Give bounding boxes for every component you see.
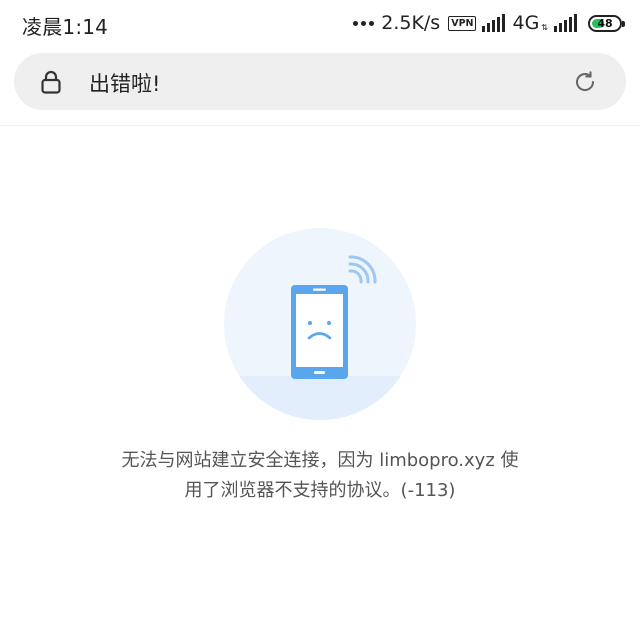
network-speed: 2.5K/s	[381, 12, 441, 34]
status-indicators: 2.5K/s VPN 4G ⇅ 48	[353, 10, 625, 36]
battery-icon: 48	[588, 14, 625, 32]
battery-level: 48	[597, 16, 613, 30]
battery-tip	[622, 20, 625, 27]
signal-strength-icon	[482, 14, 506, 32]
signal-strength-icon-sim2	[554, 14, 578, 32]
browser-screen: 凌晨1:14 2.5K/s VPN 4G ⇅ 48 出错啦! 无法与网站建立安全…	[0, 0, 640, 640]
reload-icon[interactable]	[572, 69, 598, 95]
vpn-icon: VPN	[448, 15, 477, 31]
more-notifications-icon	[353, 20, 375, 26]
sad-phone-icon	[224, 228, 416, 420]
address-bar[interactable]: 出错啦!	[14, 53, 626, 110]
address-bar-divider	[0, 125, 640, 126]
status-bar: 凌晨1:14 2.5K/s VPN 4G ⇅ 48	[0, 0, 640, 46]
data-activity-icon: ⇅	[541, 22, 548, 32]
status-time: 凌晨1:14	[22, 15, 109, 39]
network-type: 4G	[512, 12, 540, 34]
error-message: 无法与网站建立安全连接，因为 limbopro.xyz 使用了浏览器不支持的协议…	[121, 450, 519, 501]
lock-icon[interactable]	[40, 70, 62, 94]
page-title[interactable]: 出错啦!	[89, 68, 160, 98]
